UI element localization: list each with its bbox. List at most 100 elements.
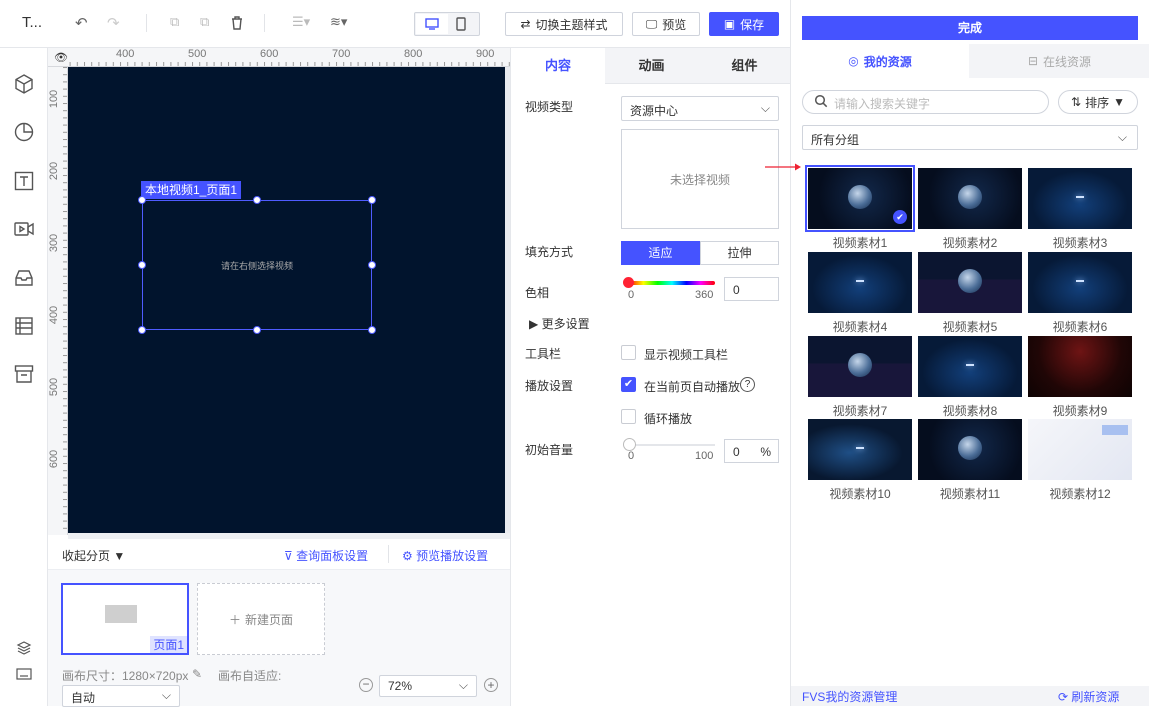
paste-icon[interactable]: ⧉ (200, 14, 209, 30)
asset-thumbnail[interactable] (808, 252, 912, 313)
cube-icon[interactable] (12, 72, 36, 96)
canvas-scrollbar-h[interactable] (68, 533, 510, 539)
asset-label: 视频素材4 (832, 320, 888, 334)
hue-input[interactable]: 0 (724, 277, 779, 301)
caret-down-icon: ▼ (1113, 95, 1125, 109)
resize-handle[interactable] (138, 196, 146, 204)
chart-pie-icon[interactable] (12, 120, 36, 144)
resize-handle[interactable] (368, 326, 376, 334)
edit-icon[interactable]: ✎ (192, 667, 202, 681)
more-settings-toggle[interactable]: ▶ 更多设置 (529, 315, 590, 332)
autoplay-checkbox[interactable]: ✔ (621, 377, 636, 392)
preview-button[interactable]: 🖵 预览 (632, 12, 700, 36)
search-box[interactable]: 请输入搜索关键字 (802, 90, 1049, 114)
asset-label: 视频素材12 (1049, 487, 1111, 501)
delete-icon[interactable] (230, 15, 244, 33)
page-label: 页面1 (150, 636, 187, 653)
fill-fit-button[interactable]: 适应 (621, 241, 700, 265)
asset-thumbnail[interactable] (918, 419, 1022, 480)
arrow-indicator-icon (765, 163, 801, 171)
layers-icon[interactable] (12, 636, 36, 660)
asset-thumbnail[interactable]: ✔ (805, 165, 915, 232)
resize-handle[interactable] (368, 196, 376, 204)
refresh-button[interactable]: ⟳ 刷新资源 (1058, 688, 1119, 705)
asset-label: 视频素材6 (1052, 320, 1108, 334)
tab-my-resources[interactable]: ◎ 我的资源 (791, 44, 969, 78)
switch-theme-button[interactable]: ⇄ 切换主题样式 (505, 12, 623, 36)
mobile-icon[interactable] (456, 17, 466, 34)
new-page-button[interactable]: ＋新建页面 (197, 583, 325, 655)
table-icon[interactable] (12, 314, 36, 338)
fill-stretch-button[interactable]: 拉伸 (700, 241, 779, 265)
gear-icon: ⚙ (402, 549, 413, 563)
video-icon[interactable] (12, 217, 36, 241)
page-thumb-1[interactable]: 页面1 (61, 583, 189, 655)
inbox-icon[interactable] (12, 266, 36, 290)
resize-handle[interactable] (253, 196, 261, 204)
layer-order-icon[interactable]: ≋▾ (330, 14, 347, 30)
ruler-label: 300 (48, 233, 61, 253)
video-type-label: 视频类型 (525, 100, 574, 114)
page-bar: 收起分页 ▼ ⊽ 查询面板设置 ⚙ 预览播放设置 (48, 540, 510, 570)
redo-icon[interactable]: ↷ (107, 14, 120, 32)
zoom-select[interactable]: 72% ⌵ (379, 675, 477, 697)
asset-label: 视频素材11 (939, 487, 1001, 501)
undo-icon[interactable]: ↶ (75, 14, 88, 32)
volume-slider[interactable] (629, 444, 715, 446)
desktop-icon[interactable] (416, 14, 448, 34)
asset-label: 视频素材9 (1052, 404, 1108, 418)
show-toolbar-label: 显示视频工具栏 (644, 348, 729, 362)
hue-slider[interactable] (629, 281, 715, 285)
tab-component[interactable]: 组件 (698, 48, 791, 84)
search-icon (814, 94, 828, 111)
tab-animation[interactable]: 动画 (605, 48, 698, 84)
query-panel-button[interactable]: ⊽ 查询面板设置 (284, 547, 368, 564)
align-icon[interactable]: ☰▾ (292, 14, 310, 30)
volume-input[interactable]: 0 % (724, 439, 779, 463)
asset-label: 视频素材5 (942, 320, 998, 334)
help-icon[interactable]: ? (740, 377, 755, 392)
ruler-vertical: 100 200 300 400 500 600 (48, 67, 68, 535)
asset-thumbnail[interactable] (808, 336, 912, 397)
ruler-label: 100 (48, 89, 61, 109)
zoom-in-icon[interactable]: + (484, 678, 498, 692)
asset-thumbnail[interactable] (918, 252, 1022, 313)
asset-thumbnail[interactable] (808, 419, 912, 480)
show-toolbar-checkbox[interactable] (621, 345, 636, 360)
caret-right-icon: ▶ (529, 317, 539, 331)
collapse-pages-button[interactable]: 收起分页 ▼ (62, 547, 125, 564)
zoom-out-icon[interactable]: − (359, 678, 373, 692)
resize-handle[interactable] (253, 326, 261, 334)
assets-footer: FVS我的资源管理 ⟳ 刷新资源 (791, 686, 1149, 706)
video-type-select[interactable]: 资源中心 ⌵ (621, 96, 779, 121)
asset-thumbnail[interactable] (1028, 252, 1132, 313)
resize-handle[interactable] (138, 326, 146, 334)
loop-checkbox[interactable] (621, 409, 636, 424)
sort-button[interactable]: ⇅ 排序 ▼ (1058, 90, 1138, 114)
hue-slider-handle[interactable] (623, 277, 634, 288)
preview-settings-button[interactable]: ⚙ 预览播放设置 (402, 547, 488, 564)
eye-icon[interactable]: 👁 (54, 51, 68, 64)
ruler-label: 200 (48, 161, 61, 181)
copy-icon[interactable]: ⧉ (170, 14, 179, 30)
keyboard-icon[interactable] (12, 662, 36, 686)
auto-fit-select[interactable]: 自动 ⌵ (62, 685, 180, 707)
ruler-label: 500 (48, 377, 61, 397)
asset-thumbnail[interactable] (918, 168, 1022, 229)
asset-thumbnail[interactable] (1028, 419, 1132, 480)
text-icon[interactable] (12, 169, 36, 193)
group-select[interactable]: 所有分组 ⌵ (802, 125, 1138, 150)
archive-icon[interactable] (12, 362, 36, 386)
ruler-label: 400 (48, 305, 61, 325)
top-toolbar: T... ↶ ↷ ⧉ ⧉ ☰▾ ≋▾ ⇄ 切换主题样式 🖵 预览 ▣ 保存 (0, 0, 790, 48)
done-button[interactable]: 完成 (802, 16, 1138, 40)
asset-thumbnail[interactable] (1028, 168, 1132, 229)
manage-resources-link[interactable]: FVS我的资源管理 (802, 688, 897, 705)
asset-thumbnail[interactable] (918, 336, 1022, 397)
play-settings-label: 播放设置 (525, 379, 574, 393)
save-button[interactable]: ▣ 保存 (709, 12, 779, 36)
asset-thumbnail[interactable] (1028, 336, 1132, 397)
video-placeholder[interactable]: 未选择视频 (621, 129, 779, 229)
tab-content[interactable]: 内容 (511, 48, 605, 84)
tab-online-resources[interactable]: ⊟ 在线资源 (969, 44, 1149, 78)
